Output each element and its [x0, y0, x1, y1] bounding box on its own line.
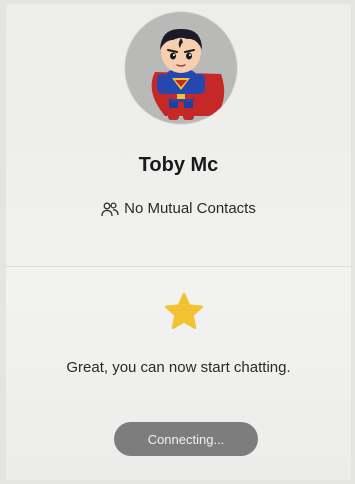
- contact-name: Toby Mc: [138, 154, 219, 176]
- mutual-contacts-label: No Mutual Contacts: [124, 200, 256, 217]
- star-icon: [164, 292, 204, 330]
- mutual-contacts: No Mutual Contacts: [6, 200, 351, 217]
- chat-ready-message: Great, you can now start chatting.: [66, 359, 291, 376]
- section-divider: [6, 266, 351, 267]
- people-icon: [101, 201, 119, 216]
- connecting-button[interactable]: Connecting...: [114, 422, 258, 456]
- superhero-avatar-icon: [151, 28, 225, 120]
- chat-start-screen: Toby Mc No Mutual Contacts Great, you ca…: [6, 4, 351, 480]
- avatar[interactable]: [125, 12, 237, 124]
